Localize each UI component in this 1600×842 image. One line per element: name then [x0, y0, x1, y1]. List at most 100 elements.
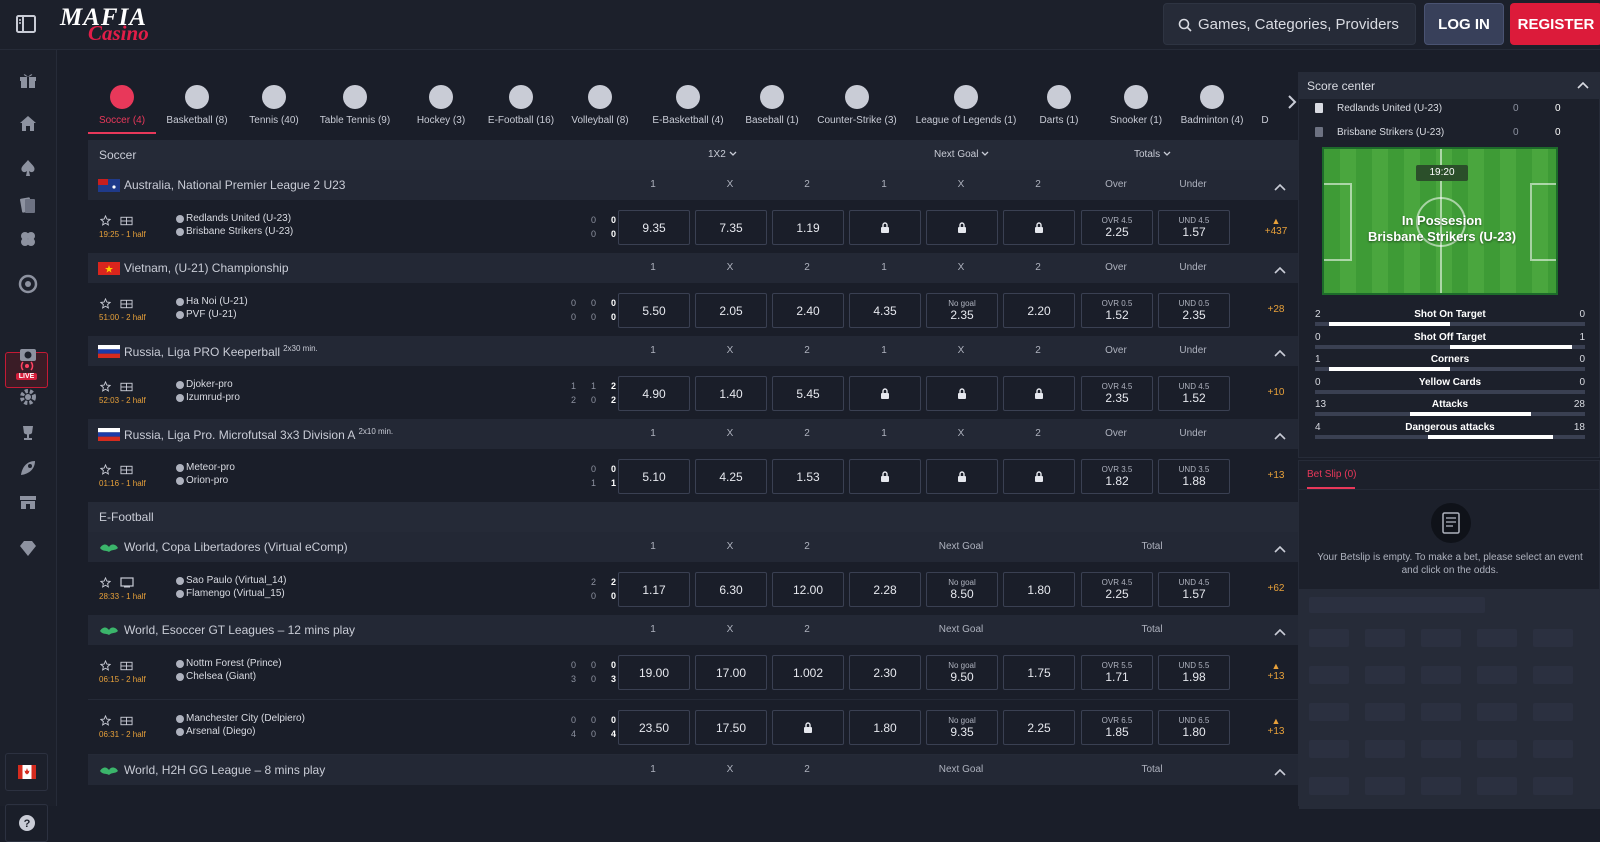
odds-next-goal-home[interactable] [849, 459, 921, 494]
team-away-name[interactable]: PVF (U-21) [186, 309, 237, 320]
sport-tab-10[interactable]: Counter-Strike (3) [808, 72, 906, 132]
odds-home[interactable]: 23.50 [618, 710, 690, 745]
odds-home[interactable]: 4.90 [618, 376, 690, 411]
sport-tab-9[interactable]: Baseball (1) [736, 72, 808, 132]
favorite-star-icon[interactable] [99, 659, 112, 674]
odds-home[interactable]: 1.17 [618, 572, 690, 607]
sport-tab-3[interactable]: Tennis (40) [238, 72, 310, 132]
odds-away[interactable]: 1.53 [772, 459, 844, 494]
odds-next-goal-away[interactable]: 1.80 [1003, 572, 1075, 607]
team-home-name[interactable]: Redlands United (U-23) [186, 213, 291, 224]
team-home-name[interactable]: Ha Noi (U-21) [186, 296, 248, 307]
odds-over[interactable]: OVR 5.5 1.71 [1081, 655, 1153, 690]
odds-next-goal-home[interactable] [849, 210, 921, 245]
odds-over[interactable]: OVR 6.5 1.85 [1081, 710, 1153, 745]
odds-away[interactable]: 5.45 [772, 376, 844, 411]
odds-no-goal[interactable] [926, 459, 998, 494]
chevron-up-icon[interactable] [1274, 429, 1286, 443]
market-dropdown[interactable]: 1X2 [708, 149, 737, 160]
odds-next-goal-home[interactable]: 2.28 [849, 572, 921, 607]
more-markets[interactable]: ▲ +13 [1256, 661, 1296, 682]
team-away-name[interactable]: Flamengo (Virtual_15) [186, 588, 285, 599]
menu-toggle-icon[interactable] [14, 12, 38, 36]
market-dropdown[interactable]: Totals [1134, 149, 1171, 160]
odds-home[interactable]: 9.35 [618, 210, 690, 245]
odds-draw[interactable]: 1.40 [695, 376, 767, 411]
league-header[interactable]: World, H2H GG League – 8 mins play 1 X 2 Nex… [88, 755, 1304, 785]
login-button[interactable]: LOG IN [1424, 3, 1504, 45]
team-away-name[interactable]: Chelsea (Giant) [186, 671, 256, 682]
sport-tab-13[interactable]: Snooker (1) [1100, 72, 1172, 132]
odds-next-goal-away[interactable]: 2.20 [1003, 293, 1075, 328]
odds-next-goal-home[interactable] [849, 376, 921, 411]
odds-no-goal[interactable]: No goal 9.35 [926, 710, 998, 745]
diamond-icon[interactable] [13, 533, 43, 563]
odds-home[interactable]: 5.50 [618, 293, 690, 328]
sport-tab-11[interactable]: League of Legends (1) [910, 72, 1022, 132]
casino-chip-icon[interactable] [13, 340, 43, 370]
search-input[interactable]: Games, Categories, Providers [1163, 3, 1416, 45]
chevron-up-icon[interactable] [1274, 346, 1286, 360]
chevron-up-icon[interactable] [1577, 81, 1589, 89]
more-markets[interactable]: +28 [1256, 304, 1296, 315]
odds-over[interactable]: OVR 4.5 2.35 [1081, 376, 1153, 411]
team-away-name[interactable]: Arsenal (Diego) [186, 726, 255, 737]
odds-next-goal-away[interactable] [1003, 376, 1075, 411]
sport-tab-5[interactable]: Hockey (3) [406, 72, 476, 132]
league-header[interactable]: World, Esoccer GT Leagues – 12 mins play… [88, 615, 1304, 645]
odds-under[interactable]: UND 0.5 2.35 [1158, 293, 1230, 328]
sport-tab-12[interactable]: Darts (1) [1028, 72, 1090, 132]
team-home-name[interactable]: Djoker-pro [186, 379, 233, 390]
spade-icon[interactable] [13, 153, 43, 183]
favorite-star-icon[interactable] [99, 380, 112, 395]
home-icon[interactable] [13, 108, 43, 138]
odds-home[interactable]: 5.10 [618, 459, 690, 494]
gift-icon[interactable] [13, 65, 43, 95]
league-header[interactable]: Russia, Liga PRO Keeperball 2x30 min. 1 X 2 1… [88, 336, 1304, 366]
odds-away[interactable] [772, 710, 844, 745]
rocket-icon[interactable] [13, 453, 43, 483]
team-home-name[interactable]: Manchester City (Delpiero) [186, 713, 305, 724]
favorite-star-icon[interactable] [99, 463, 112, 478]
team-away-name[interactable]: Orion-pro [186, 475, 228, 486]
odds-draw[interactable]: 2.05 [695, 293, 767, 328]
league-header[interactable]: Australia, National Premier League 2 U23… [88, 170, 1304, 200]
roulette-icon[interactable] [13, 269, 43, 299]
odds-no-goal[interactable]: No goal 2.35 [926, 293, 998, 328]
odds-next-goal-away[interactable]: 1.75 [1003, 655, 1075, 690]
team-home-name[interactable]: Nottm Forest (Prince) [186, 658, 282, 669]
odds-under[interactable]: UND 5.5 1.98 [1158, 655, 1230, 690]
stats-icon[interactable] [120, 381, 133, 395]
odds-next-goal-away[interactable] [1003, 459, 1075, 494]
team-home-name[interactable]: Meteor-pro [186, 462, 235, 473]
odds-draw[interactable]: 6.30 [695, 572, 767, 607]
odds-next-goal-home[interactable]: 1.80 [849, 710, 921, 745]
odds-under[interactable]: UND 4.5 1.57 [1158, 210, 1230, 245]
tv-icon[interactable] [120, 577, 134, 591]
team-away-name[interactable]: Brisbane Strikers (U-23) [186, 226, 293, 237]
favorite-star-icon[interactable] [99, 714, 112, 729]
tabs-next-arrow[interactable] [1286, 94, 1298, 113]
odds-under[interactable]: UND 4.5 1.57 [1158, 572, 1230, 607]
odds-draw[interactable]: 7.35 [695, 210, 767, 245]
market-dropdown[interactable]: Next Goal [934, 149, 989, 160]
odds-over[interactable]: OVR 3.5 1.82 [1081, 459, 1153, 494]
cards-icon[interactable] [13, 190, 43, 220]
score-center-header[interactable]: Score center [1299, 73, 1600, 99]
league-header[interactable]: World, Copa Libertadores (Virtual eComp)… [88, 532, 1304, 562]
odds-over[interactable]: OVR 0.5 1.52 [1081, 293, 1153, 328]
odds-next-goal-home[interactable]: 4.35 [849, 293, 921, 328]
chevron-up-icon[interactable] [1274, 765, 1286, 779]
favorite-star-icon[interactable] [99, 576, 112, 591]
odds-home[interactable]: 19.00 [618, 655, 690, 690]
odds-next-goal-away[interactable]: 2.25 [1003, 710, 1075, 745]
odds-under[interactable]: UND 3.5 1.88 [1158, 459, 1230, 494]
chevron-up-icon[interactable] [1274, 180, 1286, 194]
cog-icon[interactable] [13, 382, 43, 412]
sport-tab-8[interactable]: E-Basketball (4) [642, 72, 734, 132]
clover-icon[interactable] [13, 224, 43, 254]
stats-icon[interactable] [120, 464, 133, 478]
favorite-star-icon[interactable] [99, 214, 112, 229]
sport-tab-1[interactable]: Soccer (4) [88, 72, 156, 134]
more-markets[interactable]: +10 [1256, 387, 1296, 398]
